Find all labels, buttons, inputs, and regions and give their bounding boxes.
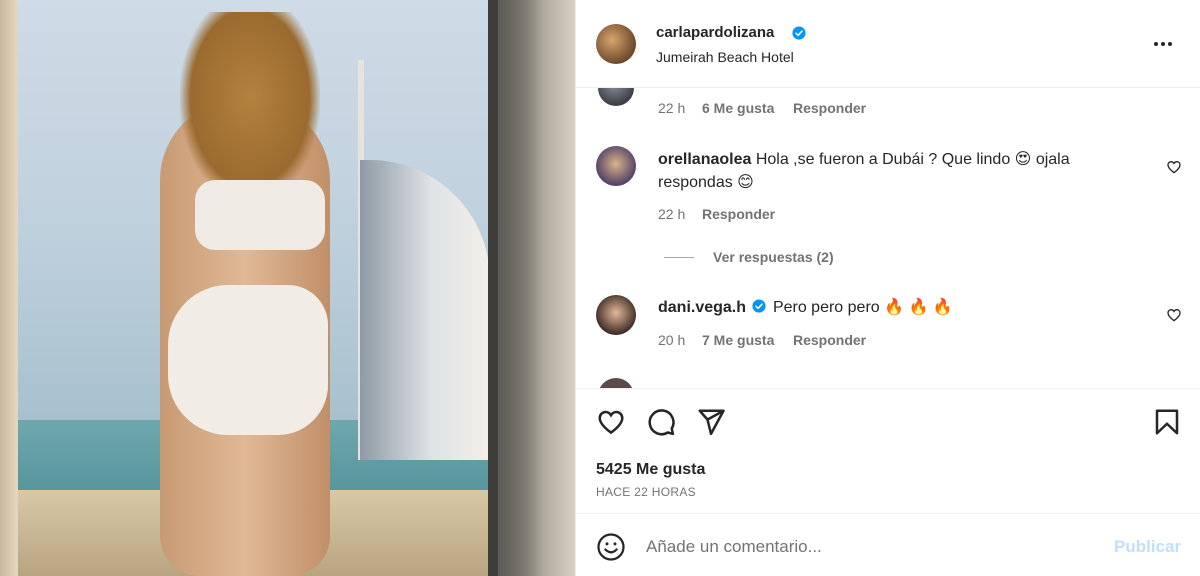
author-username[interactable]: carlapardolizana xyxy=(656,24,774,41)
view-replies-link[interactable]: Ver respuestas (2) xyxy=(713,249,834,265)
photo-person-hair xyxy=(180,12,320,202)
comment-time: 22 h xyxy=(658,100,686,116)
comment-composer: Publicar xyxy=(576,513,1200,576)
comments-list[interactable]: 22 h 6 Me gusta Responder orellanaolea H… xyxy=(576,88,1200,388)
photo-person-top xyxy=(195,180,325,250)
comment-likes-link[interactable]: 7 Me gusta xyxy=(702,332,774,348)
more-options-icon[interactable] xyxy=(1154,34,1178,54)
comment-reply-link[interactable]: Responder xyxy=(702,206,775,222)
post-location[interactable]: Jumeirah Beach Hotel xyxy=(656,49,794,65)
photo-curtain xyxy=(0,0,18,576)
bookmark-icon[interactable] xyxy=(1152,407,1182,437)
photo-person-shorts xyxy=(168,285,328,435)
replies-divider xyxy=(664,257,694,258)
post-side-panel: carlapardolizana Jumeirah Beach Hotel 22… xyxy=(575,0,1200,576)
comment-avatar[interactable] xyxy=(598,88,634,106)
comment-text: orellanaolea Hola ,se fueron a Dubái ? Q… xyxy=(658,151,1070,191)
heart-icon[interactable] xyxy=(596,407,626,437)
photo-window-wall xyxy=(498,0,575,576)
author-avatar[interactable] xyxy=(596,24,636,64)
post-actions: 5425 Me gusta HACE 22 HORAS xyxy=(576,388,1200,513)
publish-button[interactable]: Publicar xyxy=(1114,537,1181,557)
photo-tower xyxy=(360,160,490,460)
comment-avatar[interactable] xyxy=(596,295,636,335)
verified-icon xyxy=(792,26,806,40)
comment-avatar[interactable] xyxy=(598,378,634,388)
comment-time: 22 h xyxy=(658,206,686,222)
comment-reply-link[interactable]: Responder xyxy=(793,332,866,348)
comment-time: 20 h xyxy=(658,332,686,348)
emoji: 😊 xyxy=(737,174,754,191)
share-icon[interactable] xyxy=(696,407,726,437)
comment-reply-link[interactable]: Responder xyxy=(793,100,866,116)
comment-avatar[interactable] xyxy=(596,146,636,186)
comment-text: dani.vega.h Pero pero pero 🔥 🔥 🔥 xyxy=(658,299,953,316)
post-timestamp: HACE 22 HORAS xyxy=(596,485,696,499)
comment-likes-link[interactable]: 6 Me gusta xyxy=(702,100,774,116)
emoji: 😍 xyxy=(1014,151,1032,168)
comment-like-heart-icon[interactable] xyxy=(1166,307,1182,323)
emoji-icon[interactable] xyxy=(596,532,626,562)
post-photo[interactable] xyxy=(0,0,575,576)
comment-like-heart-icon[interactable] xyxy=(1166,159,1182,175)
likes-count[interactable]: 5425 Me gusta xyxy=(596,461,705,479)
verified-icon xyxy=(752,299,767,313)
comment-username[interactable]: orellanaolea xyxy=(658,151,751,168)
comment-input[interactable] xyxy=(646,532,1096,562)
post-header: carlapardolizana Jumeirah Beach Hotel xyxy=(576,0,1200,88)
comment-icon[interactable] xyxy=(646,407,676,437)
comment-username[interactable]: dani.vega.h xyxy=(658,299,746,316)
emoji: 🔥 🔥 🔥 xyxy=(884,299,953,316)
